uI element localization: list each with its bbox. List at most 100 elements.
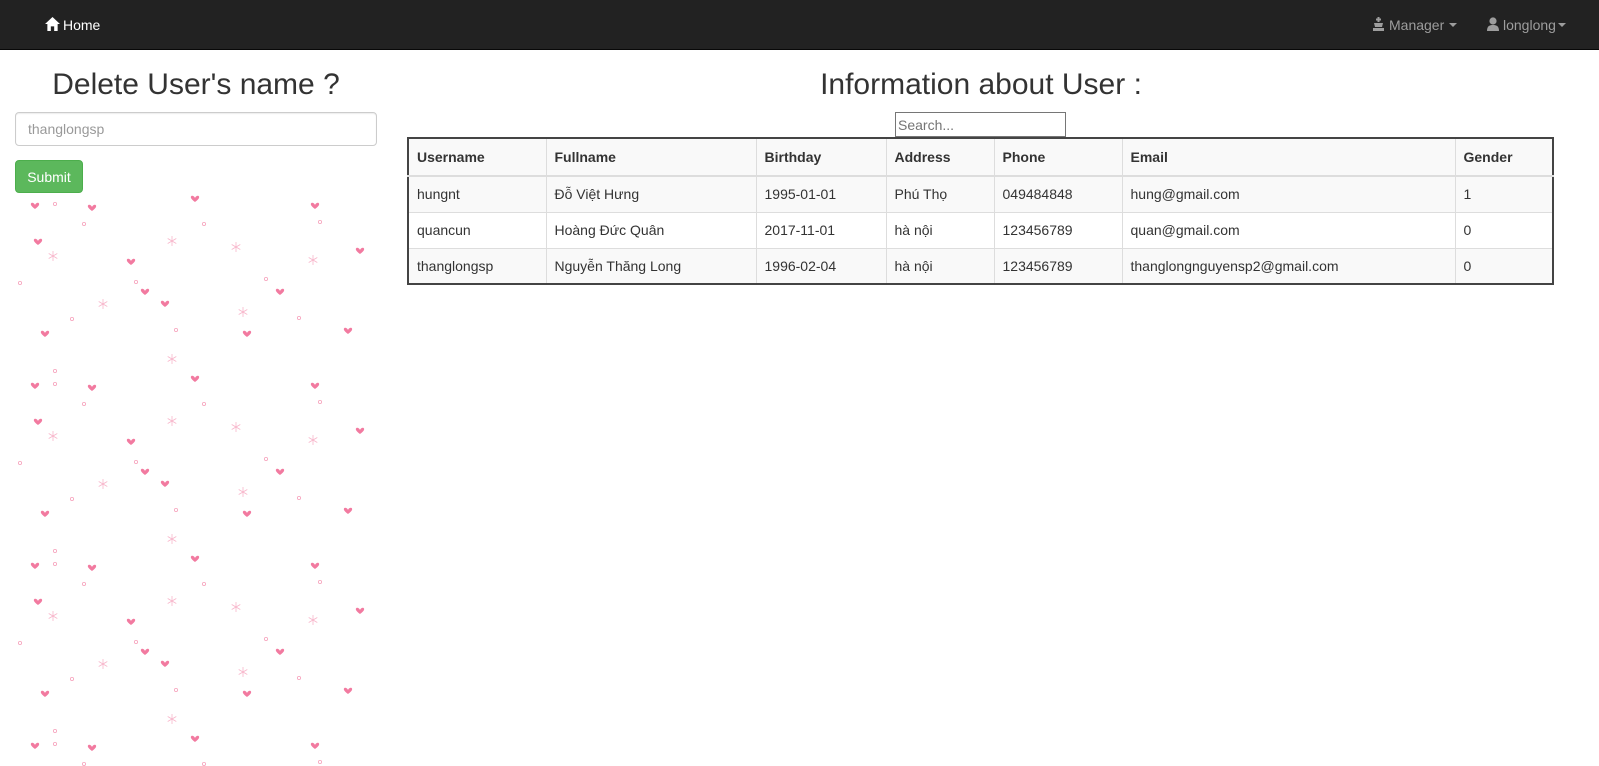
cell-phone: 049484848	[993, 175, 1123, 213]
header-gender[interactable]: Gender	[1454, 137, 1554, 177]
dot-icon	[53, 548, 58, 553]
heart-icon	[140, 648, 150, 655]
snowflake-icon	[48, 251, 58, 261]
cell-fullname: Nguyễn Thăng Long	[545, 247, 757, 285]
heart-icon	[242, 510, 252, 517]
heart-icon	[40, 510, 50, 517]
dot-icon	[201, 221, 206, 226]
heart-icon	[126, 258, 136, 265]
heart-icon	[275, 468, 285, 475]
heart-icon	[190, 375, 200, 382]
heart-icon	[190, 195, 200, 202]
dot-icon	[317, 219, 322, 224]
snowflake-icon	[231, 422, 241, 432]
snowflake-icon	[308, 255, 318, 265]
heart-icon	[242, 690, 252, 697]
dot-icon	[53, 381, 58, 386]
snowflake-icon	[98, 299, 108, 309]
heart-icon	[30, 202, 40, 209]
nav-manager-dropdown[interactable]: Manager	[1372, 0, 1458, 50]
delete-user-title: Delete User's name ?	[52, 68, 340, 101]
cell-gender: 0	[1454, 247, 1554, 285]
heart-icon	[190, 735, 200, 742]
dot-icon	[296, 316, 301, 321]
heart-icon	[140, 468, 150, 475]
dot-icon	[201, 401, 206, 406]
caret-down-icon	[1449, 23, 1458, 27]
dot-icon	[53, 368, 58, 373]
snowflake-icon	[238, 307, 248, 317]
dot-icon	[173, 507, 178, 512]
dot-icon	[134, 639, 139, 644]
heart-icon	[160, 300, 170, 307]
dot-icon	[202, 762, 206, 766]
snowflake-icon	[238, 667, 248, 677]
dot-icon	[82, 221, 87, 226]
heart-icon	[126, 438, 136, 445]
cell-address: Phú Thọ	[885, 175, 995, 213]
submit-button[interactable]: Submit	[15, 160, 83, 193]
heart-icon	[87, 564, 97, 571]
dot-icon	[134, 459, 139, 464]
snowflake-icon	[308, 615, 318, 625]
cell-fullname: Đỗ Việt Hưng	[545, 175, 757, 213]
cell-birthday: 2017-11-01	[755, 211, 887, 249]
heart-icon	[30, 382, 40, 389]
dot-icon	[263, 277, 268, 282]
cell-phone: 123456789	[993, 247, 1123, 285]
dot-icon	[70, 676, 75, 681]
dot-icon	[53, 561, 58, 566]
heart-icon	[87, 384, 97, 391]
snowflake-icon	[98, 659, 108, 669]
dot-icon	[173, 687, 178, 692]
snowflake-icon	[167, 236, 177, 246]
header-birthday[interactable]: Birthday	[755, 137, 887, 177]
hearts-snowflakes-pattern	[18, 195, 365, 766]
nav-user-dropdown[interactable]: longlong	[1487, 0, 1566, 50]
header-username[interactable]: Username	[407, 137, 547, 177]
heart-icon	[140, 288, 150, 295]
top-navbar: Home Manager longlong	[0, 0, 1599, 50]
heart-icon	[40, 330, 50, 337]
cell-email: hung@gmail.com	[1121, 175, 1456, 213]
dot-icon	[82, 762, 86, 766]
table-row[interactable]: thanglongsp Nguyễn Thăng Long 1996-02-04…	[407, 247, 1554, 285]
heart-icon	[343, 507, 353, 514]
search-input[interactable]	[895, 112, 1066, 137]
nav-home-link[interactable]: Home	[45, 0, 100, 50]
dot-icon	[18, 640, 23, 645]
table-row[interactable]: quancun Hoàng Đức Quân 2017-11-01 hà nội…	[407, 211, 1554, 249]
heart-icon	[242, 330, 252, 337]
heart-icon	[33, 598, 43, 605]
dot-icon	[317, 760, 322, 765]
header-email[interactable]: Email	[1121, 137, 1456, 177]
cell-birthday: 1996-02-04	[755, 247, 887, 285]
heart-icon	[310, 202, 320, 209]
heart-icon	[33, 238, 43, 245]
heart-icon	[355, 607, 365, 614]
dot-icon	[296, 675, 301, 680]
snowflake-icon	[231, 242, 241, 252]
heart-icon	[30, 562, 40, 569]
heart-icon	[87, 204, 97, 211]
hearts-decoration	[15, 193, 377, 766]
dot-icon	[82, 581, 87, 586]
dot-icon	[173, 327, 178, 332]
dot-icon	[18, 460, 23, 465]
dot-icon	[296, 495, 301, 500]
cell-phone: 123456789	[993, 211, 1123, 249]
dot-icon	[263, 456, 268, 461]
delete-username-input[interactable]	[15, 112, 377, 146]
heart-icon	[126, 618, 136, 625]
header-phone[interactable]: Phone	[993, 137, 1123, 177]
heart-icon	[40, 690, 50, 697]
dot-icon	[70, 317, 75, 322]
heart-icon	[30, 742, 40, 749]
nav-user-label: longlong	[1503, 17, 1556, 33]
header-fullname[interactable]: Fullname	[545, 137, 757, 177]
table-row[interactable]: hungnt Đỗ Việt Hưng 1995-01-01 Phú Thọ 0…	[407, 175, 1554, 213]
snowflake-icon	[48, 431, 58, 441]
snowflake-icon	[167, 416, 177, 426]
header-address[interactable]: Address	[885, 137, 995, 177]
cell-fullname: Hoàng Đức Quân	[545, 211, 757, 249]
